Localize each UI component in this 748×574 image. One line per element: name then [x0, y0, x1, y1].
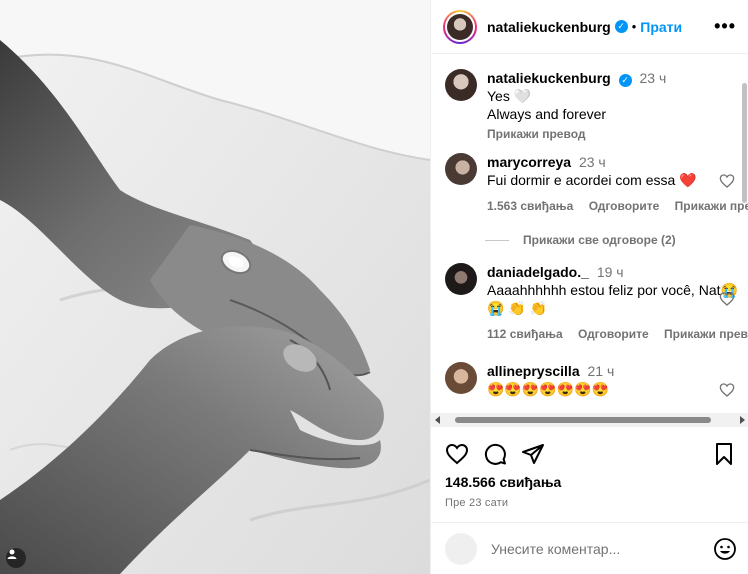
- comment-likes[interactable]: 112 свиђања: [487, 327, 563, 341]
- caption-line-1: Yes 🤍: [487, 88, 532, 104]
- comment-time[interactable]: 21 ч: [588, 363, 615, 379]
- more-options-icon[interactable]: •••: [714, 16, 736, 37]
- caption-line-2: Always and forever: [487, 106, 607, 122]
- share-paper-plane-icon[interactable]: [521, 442, 545, 466]
- post-photo[interactable]: [0, 0, 430, 574]
- like-comment-heart-icon[interactable]: [719, 173, 735, 189]
- like-heart-icon[interactable]: [445, 442, 469, 466]
- verified-badge-icon: ✓: [614, 20, 628, 33]
- horizontal-scroll-thumb[interactable]: [455, 417, 711, 423]
- scroll-right-arrow-icon[interactable]: [740, 416, 745, 424]
- follow-button[interactable]: Прати: [640, 19, 682, 35]
- comment-avatar[interactable]: [445, 153, 477, 185]
- view-replies-button[interactable]: Прикажи све одговоре (2): [485, 233, 676, 247]
- replies-divider: [485, 239, 509, 241]
- comment-time[interactable]: 23 ч: [579, 154, 606, 170]
- author-username[interactable]: nataliekuckenburg: [487, 19, 611, 35]
- caption-translate-link[interactable]: Прикажи превод: [487, 125, 735, 143]
- comment-input[interactable]: [491, 540, 713, 557]
- comment-username[interactable]: marycorreya: [487, 154, 571, 170]
- caption: nataliekuckenburg ✓ 23 ч Yes 🤍 Always an…: [445, 69, 735, 143]
- caption-time[interactable]: 23 ч: [639, 70, 666, 86]
- post-likes-count[interactable]: 148.566 свиђања: [445, 474, 561, 490]
- comment-item: marycorreya 23 ч Fui dormir e acordei co…: [445, 153, 748, 215]
- view-replies-label: Прикажи све одговоре (2): [523, 233, 676, 247]
- post-header: nataliekuckenburg ✓ • Прати •••: [431, 0, 748, 54]
- comment-text: 😍😍😍😍😍😍😍: [487, 381, 610, 397]
- save-bookmark-icon[interactable]: [712, 442, 736, 466]
- like-comment-heart-icon[interactable]: [719, 382, 735, 398]
- comment-reply-button[interactable]: Одговорите: [589, 199, 660, 213]
- comments-list[interactable]: nataliekuckenburg ✓ 23 ч Yes 🤍 Always an…: [431, 55, 748, 413]
- vertical-scroll-thumb[interactable]: [742, 83, 747, 203]
- separator-dot: •: [631, 19, 637, 34]
- post-side-panel: nataliekuckenburg ✓ • Прати ••• nataliek…: [430, 0, 748, 574]
- comment-item: daniadelgado._ 19 ч Aaaahhhhhh estou fel…: [445, 263, 748, 343]
- like-comment-heart-icon[interactable]: [719, 291, 735, 307]
- comment-text: Fui dormir e acordei com essa ❤️: [487, 172, 697, 188]
- comment-bubble-icon[interactable]: [483, 442, 507, 466]
- comments-vertical-scrollbar[interactable]: [740, 55, 748, 413]
- person-icon: [7, 549, 17, 559]
- comment-time[interactable]: 19 ч: [597, 264, 624, 280]
- comment-translate-link[interactable]: Прикажи превод: [664, 327, 748, 341]
- hands-photo: [0, 0, 430, 574]
- tagged-users-button[interactable]: [6, 548, 26, 568]
- current-user-avatar: [445, 532, 477, 565]
- comment-avatar[interactable]: [445, 362, 477, 394]
- comment-translate-link[interactable]: Прикажи превод: [675, 199, 748, 213]
- comment-username[interactable]: allinepryscilla: [487, 363, 580, 379]
- emoji-picker-icon[interactable]: [713, 537, 737, 561]
- caption-avatar[interactable]: [445, 69, 477, 101]
- verified-badge-icon: ✓: [618, 73, 632, 87]
- comment-reply-button[interactable]: Одговорите: [578, 327, 649, 341]
- post-timestamp[interactable]: Пре 23 сати: [445, 497, 508, 509]
- comment-username[interactable]: daniadelgado._: [487, 264, 589, 280]
- comments-horizontal-scrollbar[interactable]: [431, 413, 748, 427]
- comment-avatar[interactable]: [445, 263, 477, 295]
- comment-item: allinepryscilla 21 ч 😍😍😍😍😍😍😍: [445, 362, 735, 398]
- author-avatar[interactable]: [443, 9, 477, 44]
- comment-text: Aaaahhhhhh estou feliz por você, Nat😭 😭 …: [487, 282, 738, 316]
- scroll-left-arrow-icon[interactable]: [435, 416, 440, 424]
- comment-likes[interactable]: 1.563 свиђања: [487, 199, 573, 213]
- post-actions: [445, 440, 736, 468]
- caption-username[interactable]: nataliekuckenburg: [487, 70, 611, 86]
- add-comment-bar: [431, 522, 748, 574]
